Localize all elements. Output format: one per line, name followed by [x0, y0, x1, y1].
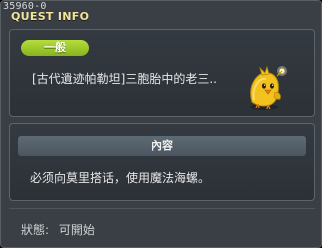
window-title: QUEST INFO: [11, 10, 90, 23]
quest-content-panel: 內容 必须向莫里搭话，使用魔法海螺。: [9, 123, 315, 201]
quest-status: 狀態: 可開始: [21, 221, 95, 238]
content-text: 必须向莫里搭话，使用魔法海螺。: [30, 171, 211, 185]
status-label: 狀態:: [21, 223, 50, 237]
status-value: 可開始: [58, 223, 95, 237]
quest-info-window: 35960-0 QUEST INFO 一般 [古代遺迹帕勒坦]三胞胎中的老三..: [0, 0, 322, 248]
quest-info-panel: 一般 [古代遺迹帕勒坦]三胞胎中的老三..: [9, 29, 315, 117]
quest-name: [古代遺迹帕勒坦]三胞胎中的老三..: [32, 72, 217, 86]
yellow-bird-npc-icon: [250, 65, 287, 110]
category-badge: 一般: [21, 40, 89, 56]
content-header: 內容: [18, 136, 306, 156]
divider: [9, 208, 315, 209]
